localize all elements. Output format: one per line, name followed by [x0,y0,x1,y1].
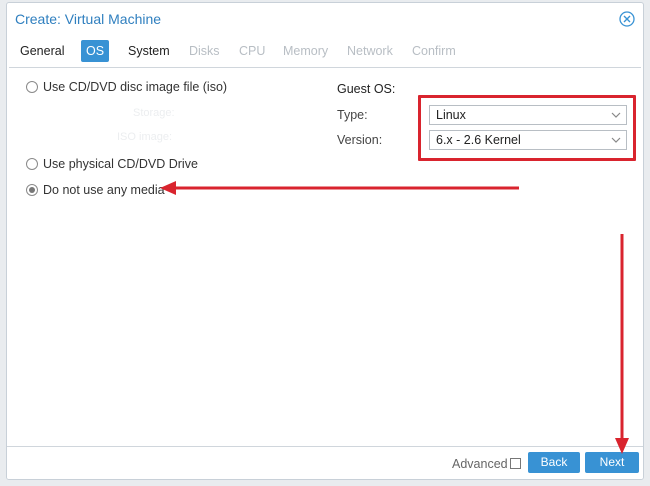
no-media-radio-option[interactable]: Do not use any media [26,183,165,197]
dialog-footer: Advanced Back Next [7,446,643,479]
advanced-checkbox[interactable] [510,458,521,469]
advanced-label: Advanced [452,457,508,471]
iso-radio-option[interactable]: Use CD/DVD disc image file (iso) [26,80,227,94]
physical-drive-radio-option[interactable]: Use physical CD/DVD Drive [26,157,198,171]
tab-cpu: CPU [239,44,266,58]
no-media-radio[interactable] [26,184,38,196]
dialog-titlebar: Create: Virtual Machine [7,3,643,35]
tab-disks: Disks [189,44,220,58]
tab-system[interactable]: System [123,40,175,62]
iso-radio[interactable] [26,81,38,93]
no-media-label: Do not use any media [43,183,165,197]
tab-confirm: Confirm [412,44,456,58]
guest-os-title: Guest OS: [337,82,396,96]
iso-radio-label: Use CD/DVD disc image file (iso) [43,80,228,94]
create-vm-dialog: Create: Virtual Machine General OS Syste… [6,2,644,480]
iso-storage-faded: Storage: [133,107,175,119]
close-icon[interactable] [619,11,635,27]
os-panel: Use CD/DVD disc image file (iso) Storage… [9,67,641,450]
version-label: Version: [337,133,383,147]
tab-network: Network [347,44,393,58]
physical-drive-label: Use physical CD/DVD Drive [43,157,198,171]
tab-os[interactable]: OS [81,40,110,62]
back-button[interactable]: Back [528,452,580,473]
tab-general[interactable]: General [15,40,69,62]
physical-drive-radio[interactable] [26,158,38,170]
iso-image-faded: ISO image: [117,131,173,143]
tab-memory: Memory [283,44,329,58]
next-button[interactable]: Next [585,452,639,473]
dialog-title: Create: Virtual Machine [15,11,162,27]
type-label: Type: [337,108,368,122]
guest-os-highlight-box [418,95,636,161]
